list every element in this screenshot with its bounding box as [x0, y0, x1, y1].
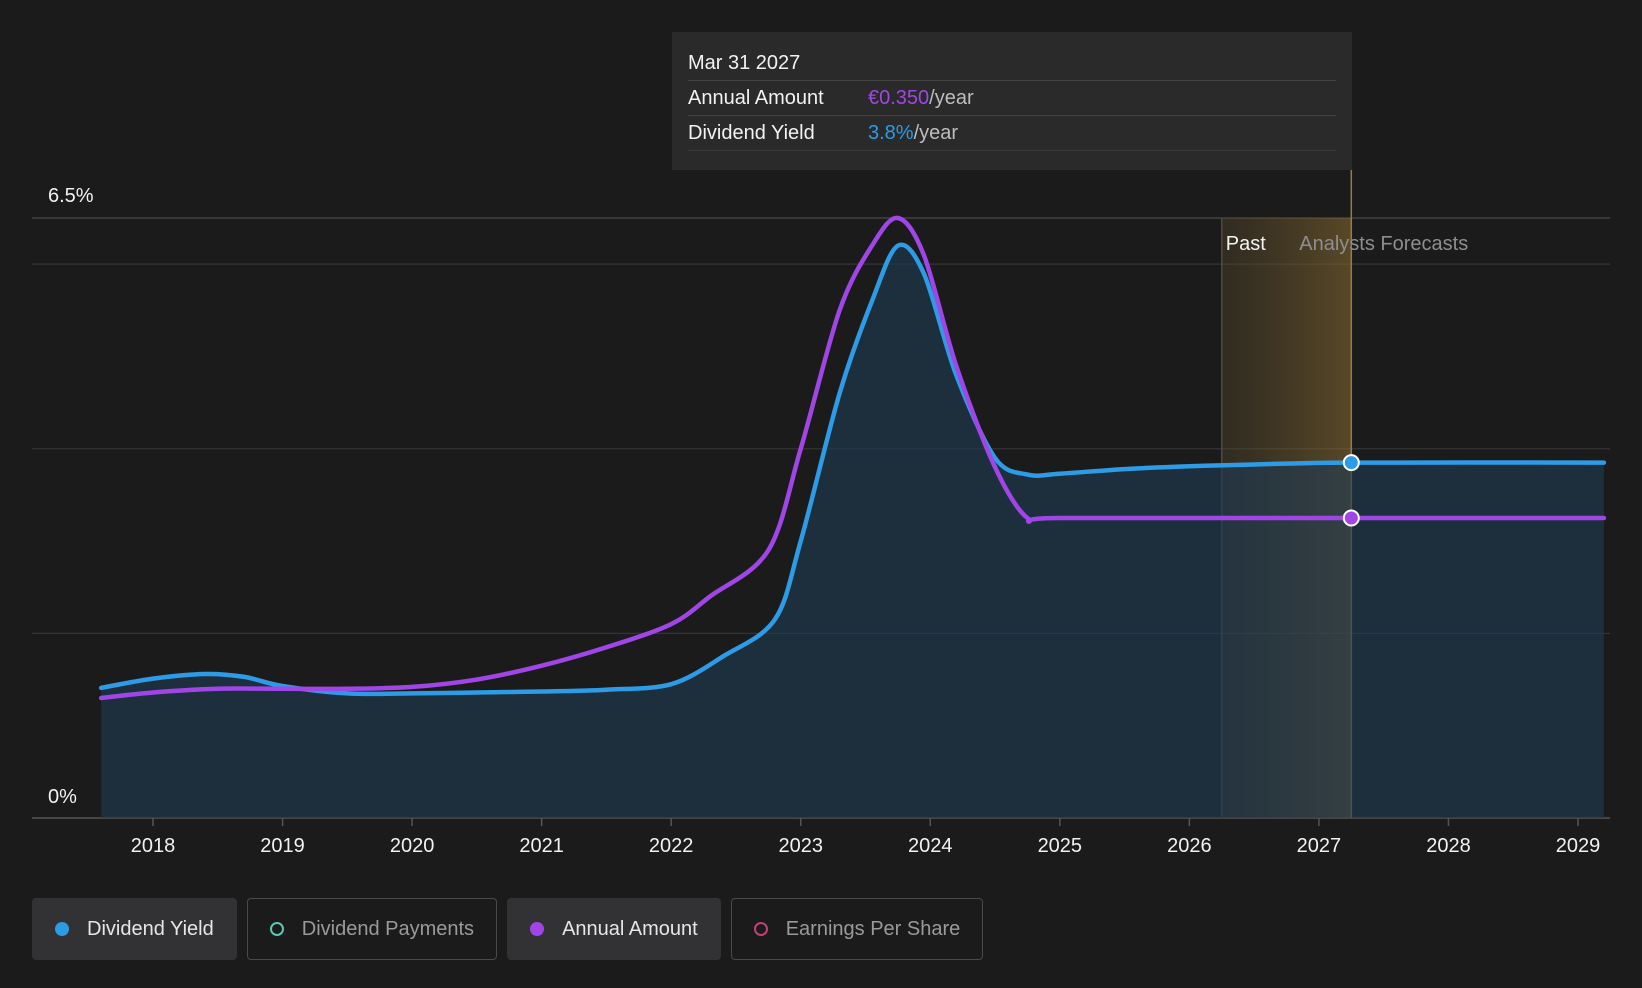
x-tick-label: 2028 [1426, 835, 1471, 857]
legend-dividend-yield[interactable]: Dividend Yield [32, 898, 237, 960]
x-tick-label: 2027 [1297, 835, 1342, 857]
hover-tooltip: Mar 31 2027 Annual Amount €0.350 /year D… [672, 32, 1352, 170]
x-tick-label: 2020 [390, 835, 435, 857]
legend-label: Dividend Yield [87, 917, 214, 940]
tooltip-label: Dividend Yield [688, 122, 815, 144]
legend-label: Annual Amount [562, 917, 698, 940]
past-label: Past [1226, 233, 1266, 255]
legend-earnings-per-share[interactable]: Earnings Per Share [730, 898, 984, 960]
tooltip-value: 3.8% [868, 122, 914, 144]
tooltip-row-dividend-yield: Dividend Yield 3.8% /year [688, 116, 1336, 151]
legend-label: Dividend Payments [301, 917, 475, 940]
y-tick-label: 0% [48, 786, 77, 808]
dot-icon [55, 922, 69, 936]
tooltip-unit: /year [913, 122, 959, 144]
x-tick-label: 2024 [908, 835, 953, 857]
tooltip-label: Annual Amount [688, 87, 824, 109]
legend-dividend-payments[interactable]: Dividend Payments [246, 898, 498, 960]
dot-icon [530, 922, 545, 936]
x-tick-label: 2029 [1556, 835, 1601, 857]
chart-legend: Dividend Yield Dividend Payments Annual … [32, 898, 984, 960]
legend-annual-amount[interactable]: Annual Amount [507, 898, 721, 960]
hover-marker [1342, 454, 1360, 472]
tooltip-unit: /year [929, 87, 974, 109]
legend-label: Earnings Per Share [785, 917, 961, 940]
series-areas [101, 244, 1604, 818]
x-tick-label: 2018 [131, 835, 176, 857]
tooltip-row-annual-amount: Annual Amount €0.350 /year [688, 81, 1336, 116]
y-tick-label: 6.5% [48, 185, 94, 207]
series-area [101, 244, 1604, 818]
x-tick-label: 2025 [1038, 835, 1083, 857]
x-tick-label: 2022 [649, 835, 694, 857]
forecast-label: Analysts Forecasts [1299, 233, 1468, 255]
ring-icon [269, 922, 284, 936]
x-tick-label: 2026 [1167, 835, 1212, 857]
hover-marker [1342, 509, 1360, 527]
x-tick-label: 2021 [519, 835, 564, 857]
x-tick-label: 2019 [260, 835, 305, 857]
tooltip-value: €0.350 [868, 87, 930, 109]
ring-icon [753, 922, 768, 936]
tooltip-date: Mar 31 2027 [688, 46, 1336, 81]
x-tick-label: 2023 [778, 835, 823, 857]
